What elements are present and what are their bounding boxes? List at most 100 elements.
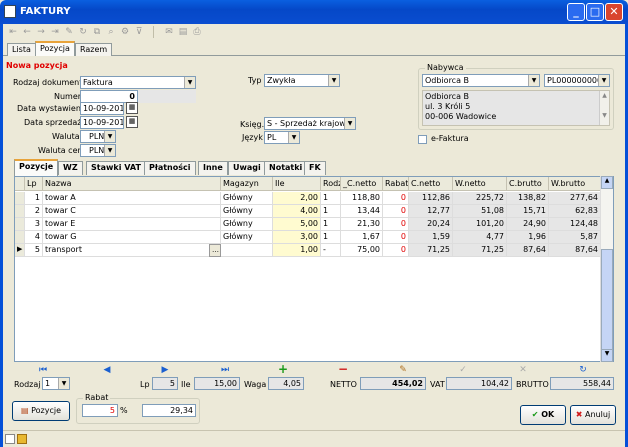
table-cell[interactable]: 5 — [25, 244, 43, 257]
next-record-icon[interactable]: → — [35, 26, 47, 38]
table-cell[interactable]: 3 — [25, 218, 43, 231]
table-cell[interactable]: 62,83 — [549, 205, 601, 218]
nav-prev-icon[interactable]: ◀ — [100, 365, 114, 375]
jezyk-select[interactable]: PL ▼ — [264, 131, 300, 144]
column-header[interactable]: W.netto — [453, 177, 507, 191]
column-header[interactable]: Ile — [273, 177, 321, 191]
row-indicator[interactable] — [15, 192, 25, 205]
column-header[interactable]: Rabat — [383, 177, 409, 191]
column-header[interactable]: Rodz — [321, 177, 341, 191]
data-sprzedazy-field[interactable]: 10-09-2012 — [80, 116, 124, 129]
table-cell[interactable]: 0 — [383, 244, 409, 257]
nav-refresh-icon[interactable]: ↻ — [576, 365, 590, 375]
refresh-icon[interactable]: ↻ — [77, 26, 89, 38]
tab-pozycja[interactable]: Pozycja — [35, 41, 75, 56]
table-cell[interactable]: 2,00 — [273, 192, 321, 205]
table-cell[interactable]: 4,00 — [273, 205, 321, 218]
scroll-down-icon[interactable]: ▼ — [601, 349, 613, 362]
column-header[interactable]: _C.netto — [341, 177, 383, 191]
table-cell[interactable]: 12,77 — [409, 205, 453, 218]
tab-lista[interactable]: Lista — [7, 43, 36, 56]
table-scrollbar[interactable]: ▲ ▼ — [600, 176, 613, 362]
address-scrollbar[interactable]: ▲ ▼ — [599, 91, 609, 125]
prev-record-icon[interactable]: ← — [21, 26, 33, 38]
table-cell[interactable]: 1 — [321, 192, 341, 205]
table-cell[interactable]: 1,96 — [507, 231, 549, 244]
anuluj-button[interactable]: ✖ Anuluj — [570, 405, 616, 425]
table-cell[interactable]: 75,00 — [341, 244, 383, 257]
minimize-button[interactable]: _ — [567, 3, 585, 21]
table-cell[interactable]: 87,64 — [549, 244, 601, 257]
table-cell[interactable]: 225,72 — [453, 192, 507, 205]
table-cell[interactable]: 118,80 — [341, 192, 383, 205]
row-indicator[interactable] — [15, 231, 25, 244]
tools-icon[interactable]: ⚙ — [119, 26, 131, 38]
tab-inne[interactable]: Inne — [198, 161, 228, 175]
waluta-cen-select[interactable]: PLN ▼ — [80, 144, 116, 157]
rodzaj-footer-select[interactable]: 1 ▼ — [42, 377, 70, 390]
tab-notatki[interactable]: Notatki — [264, 161, 308, 175]
nip-select[interactable]: PL000000000 ▼ — [544, 74, 610, 87]
report-icon[interactable]: ▤ — [177, 26, 189, 38]
table-cell[interactable]: 101,20 — [453, 218, 507, 231]
table-cell[interactable]: 0 — [383, 192, 409, 205]
table-cell[interactable]: 5,00 — [273, 218, 321, 231]
maximize-button[interactable]: □ — [586, 3, 604, 21]
nav-cancel-icon[interactable]: ✕ — [516, 365, 530, 375]
table-cell[interactable]: 87,64 — [507, 244, 549, 257]
ellipsis-button[interactable]: … — [209, 244, 221, 257]
nav-edit-icon[interactable]: ✎ — [396, 365, 410, 375]
table-cell[interactable]: 51,08 — [453, 205, 507, 218]
row-indicator[interactable] — [15, 218, 25, 231]
table-cell[interactable] — [221, 244, 273, 257]
table-cell[interactable]: 1,67 — [341, 231, 383, 244]
table-cell[interactable]: 1 — [321, 231, 341, 244]
ksieg-select[interactable]: S - Sprzedaż krajowa ▼ — [264, 117, 356, 130]
tab-platnosci[interactable]: Płatności — [144, 161, 196, 175]
last-record-icon[interactable]: ⇥ — [49, 26, 61, 38]
table-cell[interactable]: Główny — [221, 231, 273, 244]
nav-last-icon[interactable]: ⏭ — [218, 365, 232, 375]
row-indicator[interactable] — [15, 205, 25, 218]
search-icon[interactable]: ⌕ — [105, 26, 117, 38]
table-cell[interactable]: 3,00 — [273, 231, 321, 244]
table-cell[interactable]: 0 — [383, 218, 409, 231]
rabat-percent-field[interactable]: 5 — [82, 404, 118, 417]
table-cell[interactable]: 1 — [321, 218, 341, 231]
tab-fk[interactable]: FK — [304, 161, 326, 175]
table-cell[interactable]: 0 — [383, 231, 409, 244]
table-cell[interactable]: towar C — [43, 205, 221, 218]
pozycje-button[interactable]: ▤ Pozycje — [12, 401, 70, 421]
edit-icon[interactable]: ✎ — [63, 26, 75, 38]
column-header[interactable]: W.brutto — [549, 177, 601, 191]
table-cell[interactable]: 15,71 — [507, 205, 549, 218]
ok-button[interactable]: ✔ OK — [520, 405, 566, 425]
table-cell[interactable]: 1 — [25, 192, 43, 205]
nav-add-icon[interactable]: + — [276, 362, 290, 376]
message-icon[interactable]: ✉ — [163, 26, 175, 38]
first-record-icon[interactable]: ⇤ — [7, 26, 19, 38]
print-icon[interactable]: ⎙ — [191, 26, 203, 38]
column-header[interactable]: C.netto — [409, 177, 453, 191]
column-header[interactable]: Magazyn — [221, 177, 273, 191]
column-header[interactable]: Lp — [25, 177, 43, 191]
filter-icon[interactable]: ⊽ — [133, 26, 145, 38]
table-cell[interactable]: 2 — [25, 205, 43, 218]
table-cell[interactable]: 13,44 — [341, 205, 383, 218]
calendar-icon[interactable]: ▦ — [126, 116, 138, 128]
rabat-amount-field[interactable]: 29,34 — [142, 404, 196, 417]
nav-delete-icon[interactable]: − — [336, 362, 350, 376]
table-cell[interactable]: 138,82 — [507, 192, 549, 205]
efaktura-checkbox[interactable] — [418, 135, 427, 144]
table-cell[interactable]: 4,77 — [453, 231, 507, 244]
copy-icon[interactable]: ⧉ — [91, 26, 103, 38]
table-cell[interactable]: 1 — [321, 205, 341, 218]
data-wystawienia-field[interactable]: 10-09-2012 — [80, 102, 124, 115]
nav-next-icon[interactable]: ▶ — [158, 365, 172, 375]
column-header[interactable]: C.brutto — [507, 177, 549, 191]
tab-pozycje[interactable]: Pozycje — [14, 159, 59, 176]
waluta-select[interactable]: PLN ▼ — [80, 130, 116, 143]
tab-wz[interactable]: WZ — [58, 161, 83, 175]
table-cell[interactable]: 277,64 — [549, 192, 601, 205]
table-cell[interactable]: 0 — [383, 205, 409, 218]
